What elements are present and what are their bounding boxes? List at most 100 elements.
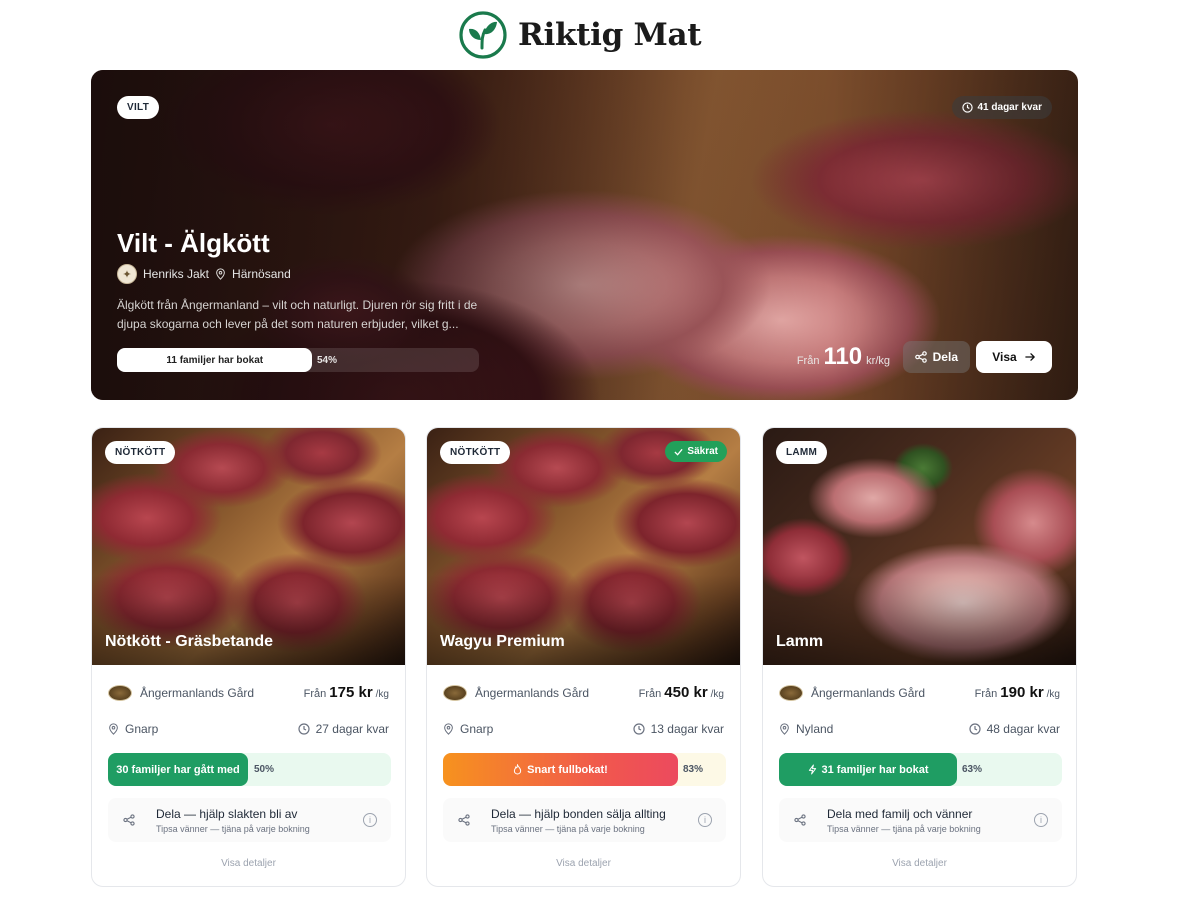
- check-icon: [674, 448, 684, 456]
- info-icon[interactable]: i: [1034, 813, 1048, 827]
- pin-icon: [216, 268, 225, 280]
- price-from-label: Från: [303, 688, 327, 700]
- booking-progress: 30 familjer har gått med 50%: [108, 753, 391, 786]
- hero-title: Vilt - Älgkött: [117, 228, 270, 258]
- brand-name: Riktig Mat: [518, 17, 702, 53]
- product-image[interactable]: LAMM Lamm: [763, 428, 1076, 665]
- product-price: Från 175 kr /kg: [304, 684, 389, 701]
- info-icon[interactable]: i: [698, 813, 712, 827]
- farm-name: Ångermanlands Gård: [140, 685, 255, 700]
- progress-fill: 30 familjer har gått med: [108, 753, 248, 786]
- product-price: Från 190 kr /kg: [975, 684, 1060, 701]
- product-card[interactable]: LAMM Lamm Ångermanlands Gård Från 190 kr…: [762, 427, 1077, 887]
- arrow-right-icon: [1025, 353, 1035, 361]
- progress-label: 31 familjer har bokat: [821, 763, 929, 776]
- progress-percent: 54%: [317, 355, 338, 366]
- progress-fill: Snart fullbokat!: [443, 753, 678, 786]
- price-unit: kr/kg: [866, 355, 890, 367]
- price-value: 110: [823, 343, 863, 370]
- share-icon: [787, 807, 813, 833]
- clock-icon: [969, 723, 981, 735]
- product-image[interactable]: NÖTKÖTT Säkrat Wagyu Premium: [427, 428, 740, 665]
- details-link[interactable]: Visa detaljer: [92, 858, 405, 869]
- product-image[interactable]: NÖTKÖTT Nötkött - Gräsbetande: [92, 428, 405, 665]
- share-icon: [914, 351, 927, 363]
- leaf-logo-icon: [459, 11, 507, 59]
- farm-name: Ångermanlands Gård: [811, 685, 926, 700]
- days-left-text: 41 dagar kvar: [977, 102, 1043, 113]
- price-from-label: Från: [796, 355, 820, 367]
- product-card[interactable]: NÖTKÖTT Säkrat Wagyu Premium Ångermanlan…: [426, 427, 741, 887]
- clock-icon: [633, 723, 645, 735]
- price-value: 190 kr: [1000, 684, 1044, 701]
- pin-icon: [109, 723, 118, 735]
- hero-price: Från 110 kr/kg: [797, 343, 890, 371]
- share-button[interactable]: Dela: [902, 341, 970, 373]
- progress-percent: 83%: [683, 764, 704, 775]
- hero-description: Älgkött från Ångermanland – vilt och nat…: [117, 298, 478, 331]
- progress-fill: 31 familjer har bokat: [779, 753, 957, 786]
- days-left-text: 27 dagar kvar: [315, 722, 389, 736]
- price-value: 450 kr: [664, 684, 708, 701]
- share-box[interactable]: Dela med familj och vänner Tipsa vänner …: [779, 798, 1062, 842]
- fire-icon: [514, 764, 522, 775]
- share-title: Dela — hjälp slakten bli av: [156, 806, 298, 821]
- pin-icon: [780, 723, 789, 735]
- booking-progress: Snart fullbokat! 83%: [443, 753, 726, 786]
- farm-logo: [443, 684, 467, 701]
- share-box[interactable]: Dela — hjälp bonden sälja allting Tipsa …: [443, 798, 726, 842]
- product-title: Wagyu Premium: [440, 633, 565, 650]
- location: Nyland: [779, 722, 833, 736]
- farm-info[interactable]: Ångermanlands Gård: [779, 684, 926, 701]
- location: Gnarp: [108, 722, 158, 736]
- info-icon[interactable]: i: [363, 813, 377, 827]
- days-left: 27 dagar kvar: [298, 722, 389, 736]
- share-icon: [116, 807, 142, 833]
- bolt-icon: [808, 764, 816, 775]
- share-box[interactable]: Dela — hjälp slakten bli av Tipsa vänner…: [108, 798, 391, 842]
- farm-info[interactable]: Ångermanlands Gård: [108, 684, 255, 701]
- share-subtitle: Tipsa vänner — tjäna på varje bokning: [156, 823, 310, 834]
- price-unit: /kg: [710, 689, 724, 700]
- share-title: Dela med familj och vänner: [827, 806, 973, 821]
- producer-location: Härnösand: [232, 267, 291, 281]
- days-left: 48 dagar kvar: [969, 722, 1060, 736]
- days-left-text: 48 dagar kvar: [986, 722, 1060, 736]
- booking-progress: 11 familjer har bokat 54%: [117, 348, 479, 372]
- product-card[interactable]: NÖTKÖTT Nötkött - Gräsbetande Ångermanla…: [91, 427, 406, 887]
- location-name: Nyland: [796, 722, 834, 736]
- location-name: Gnarp: [125, 722, 159, 736]
- producer-avatar: ✦: [117, 264, 137, 284]
- category-badge: LAMM: [776, 441, 828, 464]
- days-left-text: 13 dagar kvar: [650, 722, 724, 736]
- pin-icon: [444, 723, 453, 735]
- share-label: Dela: [932, 350, 958, 364]
- price-unit: /kg: [375, 689, 389, 700]
- secured-label: Säkrat: [687, 446, 718, 457]
- category-badge: VILT: [117, 96, 160, 119]
- brand-logo[interactable]: Riktig Mat: [458, 10, 702, 60]
- details-link[interactable]: Visa detaljer: [427, 858, 740, 869]
- share-subtitle: Tipsa vänner — tjäna på varje bokning: [827, 823, 981, 834]
- secured-badge: Säkrat: [665, 441, 727, 462]
- progress-percent: 50%: [254, 764, 275, 775]
- booking-progress: 31 familjer har bokat 63%: [779, 753, 1062, 786]
- days-left-badge: 41 dagar kvar: [951, 96, 1052, 119]
- product-title: Nötkött - Gräsbetande: [105, 633, 274, 650]
- category-badge: NÖTKÖTT: [105, 441, 176, 464]
- producer-name[interactable]: Henriks Jakt: [143, 267, 209, 281]
- share-icon: [451, 807, 477, 833]
- hero-card[interactable]: VILT 41 dagar kvar Vilt - Älgkött ✦ Henr…: [91, 70, 1078, 400]
- progress-label: Snart fullbokat!: [527, 763, 608, 776]
- location: Gnarp: [443, 722, 493, 736]
- details-link[interactable]: Visa detaljer: [763, 858, 1076, 869]
- progress-fill: 11 familjer har bokat: [117, 348, 313, 372]
- days-left: 13 dagar kvar: [633, 722, 724, 736]
- price-unit: /kg: [1046, 689, 1060, 700]
- share-title: Dela — hjälp bonden sälja allting: [491, 806, 666, 821]
- farm-info[interactable]: Ångermanlands Gård: [443, 684, 589, 701]
- price-value: 175 kr: [329, 684, 373, 701]
- progress-percent: 63%: [962, 764, 983, 775]
- view-button[interactable]: Visa: [976, 341, 1052, 373]
- category-badge: NÖTKÖTT: [440, 441, 511, 464]
